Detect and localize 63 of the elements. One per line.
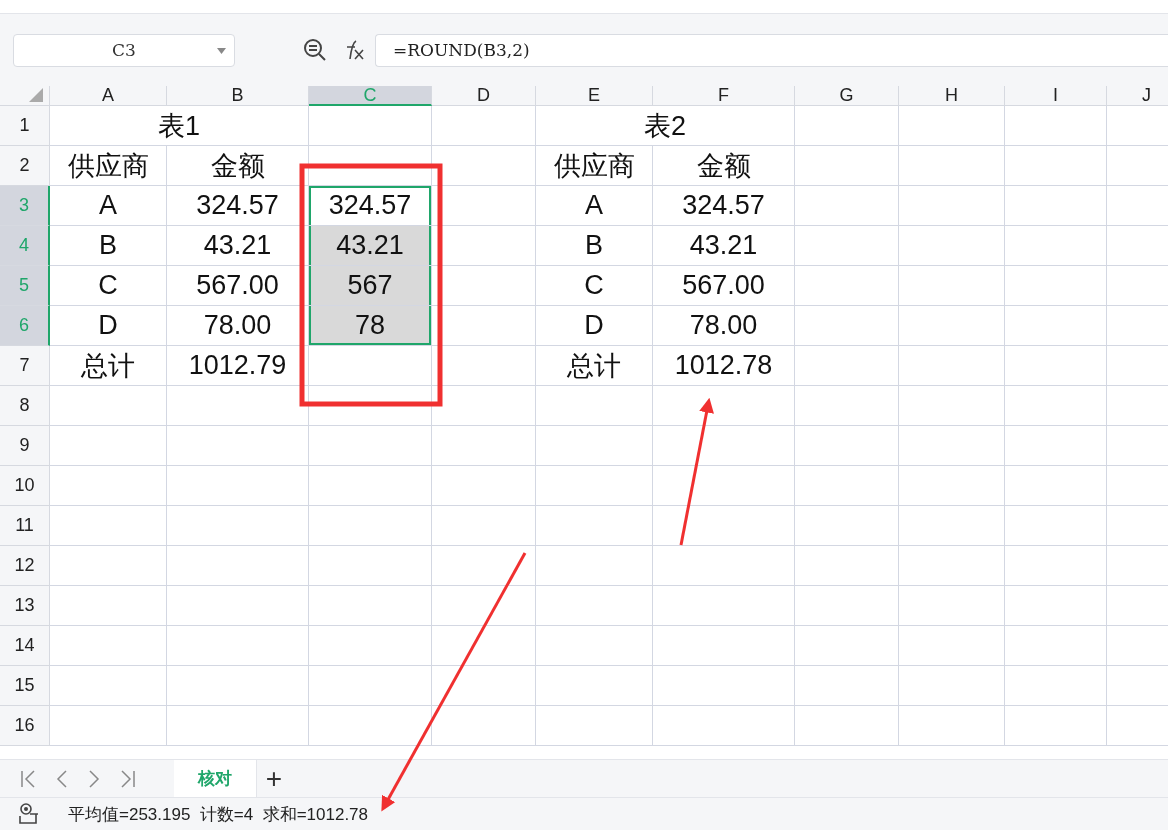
column-header[interactable]: D — [432, 86, 536, 106]
table-cell: B — [536, 226, 653, 266]
row-header[interactable]: 14 — [0, 626, 50, 666]
table-cell: 1012.78 — [653, 346, 795, 386]
table-cell: 43.21 — [309, 226, 432, 266]
next-sheet-icon[interactable] — [88, 769, 100, 788]
table-cell: 324.57 — [309, 186, 432, 226]
last-sheet-icon[interactable] — [120, 769, 136, 788]
table-cell: A — [50, 186, 167, 226]
table-cell: 表1 — [50, 106, 309, 146]
table-cell: 567 — [309, 266, 432, 306]
column-header[interactable]: E — [536, 86, 653, 106]
row-header[interactable]: 8 — [0, 386, 50, 426]
row-header[interactable]: 10 — [0, 466, 50, 506]
table-cell: C — [536, 266, 653, 306]
table-cell: D — [50, 306, 167, 346]
column-header[interactable]: J — [1107, 86, 1168, 106]
row-header[interactable]: 16 — [0, 706, 50, 746]
formula-field[interactable]: =ROUND(B3,2) — [375, 33, 1168, 67]
column-header[interactable]: I — [1005, 86, 1107, 106]
table-cell: 金额 — [653, 146, 795, 186]
add-sheet-button[interactable]: + — [256, 760, 291, 797]
table-cell: A — [536, 186, 653, 226]
table-cell: 金额 — [167, 146, 309, 186]
table-cell: 表2 — [536, 106, 795, 146]
row-header[interactable]: 13 — [0, 586, 50, 626]
table-cell: 324.57 — [653, 186, 795, 226]
row-header[interactable]: 1 — [0, 106, 50, 146]
column-header[interactable]: H — [899, 86, 1005, 106]
table-cell: B — [50, 226, 167, 266]
table-cell: 供应商 — [536, 146, 653, 186]
name-box[interactable]: C3 — [13, 33, 235, 67]
table-cell: 78.00 — [167, 306, 309, 346]
first-sheet-icon[interactable] — [20, 769, 36, 788]
table-cell: 1012.79 — [167, 346, 309, 386]
table-cell: D — [536, 306, 653, 346]
row-header[interactable]: 15 — [0, 666, 50, 706]
caret-icon — [217, 47, 226, 54]
table-cell: 总计 — [50, 346, 167, 386]
table-cell: C — [50, 266, 167, 306]
row-header[interactable]: 9 — [0, 426, 50, 466]
row-header[interactable]: 7 — [0, 346, 50, 386]
table-cell: 78 — [309, 306, 432, 346]
table-cell: 43.21 — [653, 226, 795, 266]
row-header[interactable]: 12 — [0, 546, 50, 586]
status-summary: 平均值=253.195 计数=4 求和=1012.78 — [68, 803, 369, 826]
row-header[interactable]: 2 — [0, 146, 50, 186]
column-header[interactable]: B — [167, 86, 309, 106]
previous-sheet-icon[interactable] — [56, 769, 68, 788]
row-header[interactable]: 11 — [0, 506, 50, 546]
table-cell: 78.00 — [653, 306, 795, 346]
macro-icon[interactable] — [17, 802, 41, 826]
column-header[interactable]: A — [50, 86, 167, 106]
table-cell: 324.57 — [167, 186, 309, 226]
table-cell: 567.00 — [653, 266, 795, 306]
table-cell: 供应商 — [50, 146, 167, 186]
table-cell: 567.00 — [167, 266, 309, 306]
table-cell: 43.21 — [167, 226, 309, 266]
zoom-out-icon[interactable] — [303, 38, 327, 62]
table-cell: 总计 — [536, 346, 653, 386]
column-header[interactable]: G — [795, 86, 899, 106]
select-all-icon[interactable] — [29, 88, 43, 102]
column-header[interactable]: F — [653, 86, 795, 106]
